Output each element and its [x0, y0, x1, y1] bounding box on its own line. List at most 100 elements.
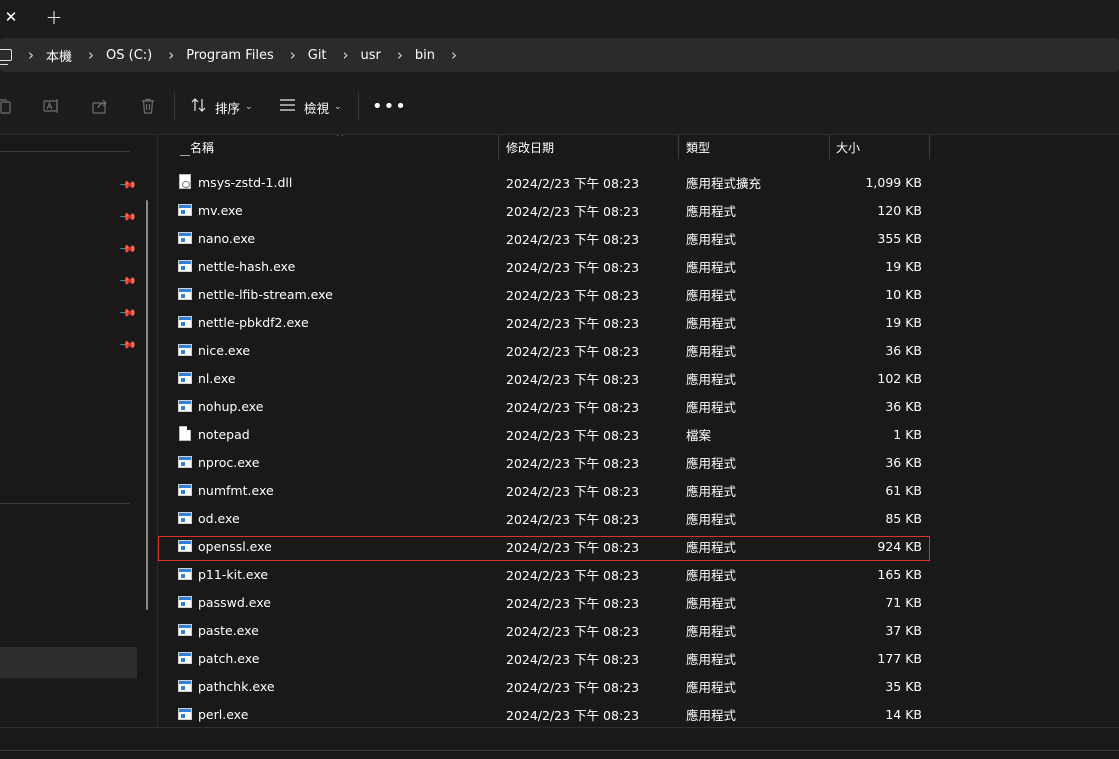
file-type: 應用程式 — [686, 231, 737, 247]
breadcrumb-program-files[interactable]: Program Files — [186, 48, 274, 63]
file-row[interactable]: nettle-pbkdf2.exe 2024/2/23 下午 08:23 應用程式 1… — [158, 308, 930, 336]
new-tab-button[interactable]: + — [40, 0, 68, 34]
file-row[interactable]: passwd.exe 2024/2/23 下午 08:23 應用程式 71 KB — [158, 588, 930, 616]
file-row[interactable]: nohup.exe 2024/2/23 下午 08:23 應用程式 36 KB — [158, 392, 930, 420]
file-type: 應用程式 — [686, 287, 737, 303]
file-row[interactable]: nettle-hash.exe 2024/2/23 下午 08:23 應用程式 19 … — [158, 252, 930, 280]
file-row[interactable]: nano.exe 2024/2/23 下午 08:23 應用程式 355 KB — [158, 224, 930, 252]
chevron-right-icon[interactable]: › — [451, 46, 457, 64]
more-options-icon[interactable]: ••• — [372, 96, 407, 117]
file-row[interactable]: p11-kit.exe 2024/2/23 下午 08:23 應用程式 165 KB — [158, 560, 930, 588]
title-bar: ✕ + — [0, 0, 1119, 34]
file-name: mv.exe — [198, 202, 243, 218]
view-button[interactable]: 檢視 ⌄ — [279, 96, 342, 118]
breadcrumb-bin[interactable]: bin — [415, 48, 435, 63]
chevron-right-icon[interactable]: › — [397, 46, 403, 64]
toolbar-divider — [174, 92, 175, 120]
pin-icon[interactable]: 📌 — [119, 272, 138, 291]
file-row[interactable]: nl.exe 2024/2/23 下午 08:23 應用程式 102 KB — [158, 364, 930, 392]
file-row[interactable]: nice.exe 2024/2/23 下午 08:23 應用程式 36 KB — [158, 336, 930, 364]
file-name: nohup.exe — [198, 398, 264, 414]
breadcrumb-usr[interactable]: usr — [361, 48, 381, 63]
file-row[interactable]: notepad 2024/2/23 下午 08:23 檔案 1 KB — [158, 420, 930, 448]
breadcrumb-this-pc[interactable]: 本機 — [46, 46, 72, 65]
file-row[interactable]: perl.exe 2024/2/23 下午 08:23 應用程式 14 KB — [158, 700, 930, 727]
chevron-right-icon[interactable]: › — [168, 46, 174, 64]
file-size: 1,099 KB — [865, 174, 922, 190]
file-row[interactable]: paste.exe 2024/2/23 下午 08:23 應用程式 37 KB — [158, 616, 930, 644]
column-header-date[interactable]: 修改日期 — [506, 135, 676, 159]
file-name: nice.exe — [198, 342, 251, 358]
rename-icon[interactable] — [43, 97, 61, 115]
file-size: 10 KB — [885, 286, 922, 302]
application-file-icon — [178, 456, 192, 468]
column-divider[interactable] — [929, 135, 930, 159]
file-size: 102 KB — [877, 370, 922, 386]
file-date: 2024/2/23 下午 08:23 — [506, 231, 640, 247]
file-date: 2024/2/23 下午 08:23 — [506, 595, 640, 611]
file-size: 36 KB — [885, 398, 922, 414]
file-type: 應用程式 — [686, 511, 737, 527]
file-name: pathchk.exe — [198, 678, 275, 694]
share-icon[interactable] — [91, 97, 109, 115]
file-name: nano.exe — [198, 230, 256, 246]
file-row[interactable]: msys-zstd-1.dll 2024/2/23 下午 08:23 應用程式擴充 1… — [158, 168, 930, 196]
pin-icon[interactable]: 📌 — [119, 176, 138, 195]
file-size: 71 KB — [885, 594, 922, 610]
pin-icon[interactable]: 📌 — [119, 208, 138, 227]
application-file-icon — [178, 260, 192, 272]
file-row[interactable]: nproc.exe 2024/2/23 下午 08:23 應用程式 36 KB — [158, 448, 930, 476]
chevron-right-icon[interactable]: › — [290, 46, 296, 64]
delete-icon[interactable] — [139, 97, 157, 115]
application-file-icon — [178, 372, 192, 384]
close-tab-icon[interactable]: ✕ — [0, 0, 22, 34]
file-size: 19 KB — [885, 258, 922, 274]
file-date: 2024/2/23 下午 08:23 — [506, 567, 640, 583]
file-row[interactable]: nettle-lfib-stream.exe 2024/2/23 下午 08:23… — [158, 280, 930, 308]
column-divider[interactable] — [678, 135, 679, 159]
application-file-icon — [178, 400, 192, 412]
file-date: 2024/2/23 下午 08:23 — [506, 483, 640, 499]
application-file-icon — [178, 708, 192, 720]
file-type: 應用程式 — [686, 567, 737, 583]
nav-scrollbar[interactable] — [146, 200, 148, 610]
this-pc-icon[interactable] — [0, 49, 12, 65]
file-row[interactable]: pathchk.exe 2024/2/23 下午 08:23 應用程式 35 KB — [158, 672, 930, 700]
breadcrumb-git[interactable]: Git — [308, 48, 327, 63]
file-name: od.exe — [198, 510, 240, 526]
file-row[interactable]: mv.exe 2024/2/23 下午 08:23 應用程式 120 KB — [158, 196, 930, 224]
file-row[interactable]: od.exe 2024/2/23 下午 08:23 應用程式 85 KB — [158, 504, 930, 532]
pin-icon[interactable]: 📌 — [119, 240, 138, 259]
column-header-type[interactable]: 類型 — [686, 135, 826, 159]
copy-icon[interactable] — [0, 97, 14, 115]
file-type: 應用程式 — [686, 343, 737, 359]
file-name: p11-kit.exe — [198, 566, 269, 582]
file-size: 14 KB — [885, 706, 922, 722]
file-name: passwd.exe — [198, 594, 271, 610]
file-size: 85 KB — [885, 510, 922, 526]
file-name: nl.exe — [198, 370, 236, 386]
sort-button[interactable]: 排序 ⌄ — [191, 96, 253, 118]
column-divider[interactable] — [829, 135, 830, 159]
file-size: 355 KB — [877, 230, 922, 246]
status-divider — [0, 750, 1119, 751]
breadcrumb-os-c[interactable]: OS (C:) — [106, 48, 152, 63]
file-row[interactable]: numfmt.exe 2024/2/23 下午 08:23 應用程式 61 KB — [158, 476, 930, 504]
chevron-right-icon[interactable]: › — [28, 46, 34, 64]
pin-icon[interactable]: 📌 — [119, 304, 138, 323]
column-header-name[interactable]: 名稱 — [190, 135, 490, 159]
column-header-size[interactable]: 大小 — [836, 135, 926, 159]
application-file-icon — [178, 652, 192, 664]
nav-selected-item[interactable] — [0, 647, 137, 678]
application-file-icon — [178, 316, 192, 328]
file-date: 2024/2/23 下午 08:23 — [506, 343, 640, 359]
nav-divider — [0, 503, 130, 504]
chevron-right-icon[interactable]: › — [88, 46, 94, 64]
file-row[interactable]: patch.exe 2024/2/23 下午 08:23 應用程式 177 KB — [158, 644, 930, 672]
nav-divider — [0, 151, 130, 152]
file-type: 應用程式 — [686, 707, 737, 723]
chevron-right-icon[interactable]: › — [343, 46, 349, 64]
column-divider[interactable] — [498, 135, 499, 159]
address-bar[interactable]: › 本機 › OS (C:) › Program Files › Git › u… — [0, 38, 1119, 72]
pin-icon[interactable]: 📌 — [119, 336, 138, 355]
